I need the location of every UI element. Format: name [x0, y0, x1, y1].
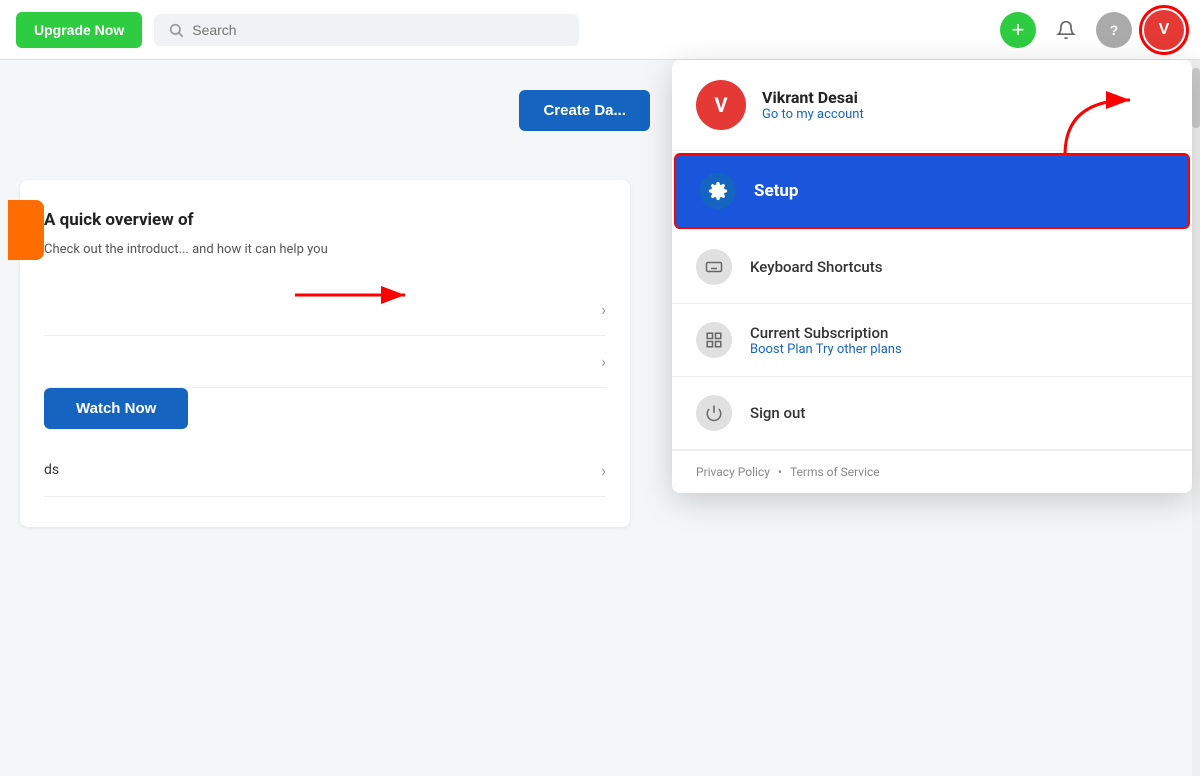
boost-plan-link[interactable]: Boost Plan — [750, 342, 813, 357]
question-icon: ? — [1110, 22, 1119, 38]
subscription-icon — [705, 331, 723, 349]
signout-label: Sign out — [750, 404, 805, 422]
dropdown-header: V Vikrant Desai Go to my account — [672, 60, 1192, 151]
subscription-icon-container — [696, 322, 732, 358]
user-dropdown-menu: V Vikrant Desai Go to my account Setup — [672, 60, 1192, 493]
search-input[interactable] — [192, 22, 565, 38]
scrollbar-thumb — [1192, 68, 1200, 128]
watch-now-button[interactable]: Watch Now — [44, 388, 188, 429]
search-bar — [154, 14, 579, 46]
gear-icon — [708, 181, 728, 201]
scrollbar[interactable] — [1192, 60, 1200, 776]
add-button[interactable]: + — [1000, 12, 1036, 48]
dropdown-item-subscription[interactable]: Current Subscription Boost Plan Try othe… — [672, 304, 1192, 377]
chevron-right-icon: › — [601, 352, 606, 371]
keyboard-icon — [705, 258, 723, 276]
dropdown-user-info: Vikrant Desai Go to my account — [762, 88, 864, 122]
subscription-info: Current Subscription Boost Plan Try othe… — [750, 324, 902, 357]
footer-dot: • — [778, 465, 782, 479]
plus-icon: + — [1012, 17, 1025, 43]
go-to-account-link[interactable]: Go to my account — [762, 107, 864, 122]
list-item[interactable]: › — [44, 336, 606, 388]
dropdown-avatar: V — [696, 80, 746, 130]
keyboard-icon-container — [696, 249, 732, 285]
dropdown-footer: Privacy Policy • Terms of Service — [672, 450, 1192, 493]
overview-title: A quick overview of — [44, 210, 606, 230]
chevron-right-icon: › — [601, 300, 606, 319]
list-item[interactable]: › — [44, 284, 606, 336]
chevron-right-icon: › — [601, 461, 606, 480]
dropdown-user-name: Vikrant Desai — [762, 88, 864, 107]
main-content: Create Da... A quick overview of Check o… — [0, 60, 1200, 776]
overview-card: A quick overview of Check out the introd… — [20, 180, 630, 527]
setup-icon-container — [700, 173, 736, 209]
list-item[interactable]: ds › — [44, 445, 606, 497]
overview-desc: Check out the introduct... and how it ca… — [44, 240, 606, 260]
setup-label: Setup — [754, 181, 798, 201]
left-panel: Create Da... A quick overview of Check o… — [0, 60, 650, 776]
subscription-sublabel: Boost Plan Try other plans — [750, 342, 902, 357]
bell-icon — [1056, 20, 1076, 40]
top-navigation: Upgrade Now + ? V — [0, 0, 1200, 60]
current-subscription-label: Current Subscription — [750, 324, 902, 342]
user-avatar-button[interactable]: V — [1144, 10, 1184, 50]
help-button[interactable]: ? — [1096, 12, 1132, 48]
signout-icon-container — [696, 395, 732, 431]
power-icon — [705, 404, 723, 422]
keyboard-shortcuts-label: Keyboard Shortcuts — [750, 258, 882, 276]
card-accent — [8, 200, 44, 260]
dropdown-item-keyboard[interactable]: Keyboard Shortcuts — [672, 231, 1192, 304]
terms-of-service-link[interactable]: Terms of Service — [790, 465, 880, 479]
privacy-policy-link[interactable]: Privacy Policy — [696, 465, 770, 479]
upgrade-now-button[interactable]: Upgrade Now — [16, 12, 142, 48]
create-dashboard-button[interactable]: Create Da... — [519, 90, 650, 131]
list-item-label: ds — [44, 462, 59, 478]
avatar-letter: V — [1159, 21, 1170, 39]
try-other-plans-link[interactable]: Try other plans — [816, 342, 902, 357]
notifications-button[interactable] — [1048, 12, 1084, 48]
search-icon — [168, 22, 184, 38]
dropdown-item-setup[interactable]: Setup — [674, 153, 1190, 229]
dropdown-item-signout[interactable]: Sign out — [672, 377, 1192, 450]
